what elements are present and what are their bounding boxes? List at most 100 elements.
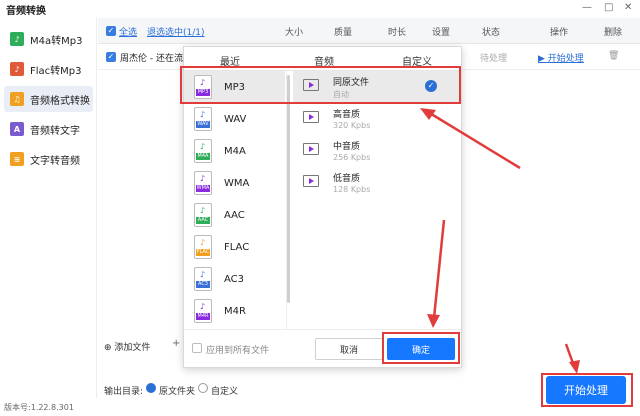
format-scrollbar[interactable] (287, 75, 290, 303)
minimize-icon[interactable]: — (582, 2, 592, 13)
quality-item-high[interactable]: 高音质 320 Kpbs (293, 103, 459, 135)
quality-name: 中音质 (333, 142, 361, 152)
status-bar: 版本号:1.22.8.301 (0, 398, 640, 416)
quality-bitrate: 128 Kpbs (333, 185, 371, 194)
audio-file-icon: ♪ WMA (194, 171, 212, 195)
select-all-link[interactable]: 全选 (119, 25, 137, 38)
format-item-m4a[interactable]: ♪ M4A M4A (184, 135, 285, 167)
format-label: M4R (224, 305, 246, 317)
file-name: 周杰伦 - 还在流浪 (120, 54, 192, 64)
radio-source-label: 原文件夹 (159, 387, 196, 397)
sidebar-item-format-convert[interactable]: ♫ 音频格式转换 (4, 86, 93, 112)
confirm-button[interactable]: 确定 (387, 338, 455, 360)
apply-all-checkbox[interactable] (192, 343, 202, 353)
quality-list: 同原文件 自动 ✓ 高音质 320 Kpbs 中音质 256 Kpbs 低音质 … (293, 71, 461, 329)
header-action: 操作 (550, 28, 569, 38)
format-item-flac[interactable]: ♪ FLAC FLAC (184, 231, 285, 263)
sidebar-item-label: 音频转文字 (30, 125, 80, 137)
trash-icon[interactable]: 🗑 (608, 51, 619, 61)
format-item-aac[interactable]: ♪ AAC AAC (184, 199, 285, 231)
format-item-ac3[interactable]: ♪ AC3 AC3 (184, 263, 285, 295)
tab-audio[interactable]: 音频 (314, 53, 334, 68)
quality-item-original[interactable]: 同原文件 自动 ✓ (293, 71, 459, 103)
sidebar-item-text-to-audio[interactable]: ≋ 文字转音频 (4, 146, 93, 172)
version-text: 版本号:1.22.8.301 (4, 403, 74, 412)
format-tag: FLAC (196, 249, 210, 256)
apply-all-label: 应用到所有文件 (206, 346, 270, 356)
format-item-wma[interactable]: ♪ WMA WMA (184, 167, 285, 199)
format-tag: M4R (196, 313, 210, 320)
header-settings: 设置 (432, 28, 451, 38)
sidebar-item-flac-to-mp3[interactable]: ♪ Flac转Mp3 (4, 56, 93, 82)
format-tag: AAC (196, 217, 210, 224)
row-start-label: 开始处理 (547, 54, 584, 64)
quality-bitrate: 256 Kpbs (333, 153, 371, 162)
video-file-icon (303, 175, 319, 187)
add-file-button[interactable]: ⊕ 添加文件 (104, 340, 150, 353)
add-file-label: 添加文件 (114, 343, 151, 353)
window-title: 音频转换 (6, 6, 46, 17)
popup-footer: 应用到所有文件 取消 确定 (184, 329, 461, 367)
title-bar: 音频转换 — □ ✕ (0, 0, 640, 18)
sidebar-item-label: M4a转Mp3 (30, 35, 83, 47)
header-duration: 时长 (388, 28, 407, 38)
sidebar-item-label: 文字转音频 (30, 155, 80, 167)
music-file-icon: ♪ (10, 62, 24, 76)
row-start-link[interactable]: ▶ 开始处理 (538, 51, 584, 64)
quality-bitrate: 320 Kpbs (333, 121, 371, 130)
maximize-icon[interactable]: □ (604, 2, 613, 13)
text-icon: A (10, 122, 24, 136)
radio-source-folder[interactable] (146, 383, 156, 393)
audio-file-icon: ♪ WAV (194, 107, 212, 131)
row-status: 待处理 (480, 54, 508, 64)
header-quality: 质量 (334, 28, 353, 38)
row-checkbox[interactable]: ✓ (106, 52, 116, 62)
audio-file-icon: ♪ AC3 (194, 267, 212, 291)
add-folder-button[interactable]: + (172, 338, 180, 349)
output-label: 输出目录: (104, 387, 144, 397)
video-file-icon (303, 143, 319, 155)
quality-item-low[interactable]: 低音质 128 Kpbs (293, 167, 459, 199)
sidebar-item-label: 音频格式转换 (30, 95, 90, 107)
start-processing-button[interactable]: 开始处理 (546, 376, 626, 404)
audio-file-icon: ♪ M4A (194, 139, 212, 163)
deselect-link[interactable]: 退选选中(1/1) (147, 25, 205, 38)
format-item-wav[interactable]: ♪ WAV WAV (184, 103, 285, 135)
format-list: ♪ MP3 MP3 ♪ WAV WAV ♪ M4A M4A ♪ WMA WMA ♪ AAC… (184, 71, 287, 329)
header-delete: 删除 (604, 28, 623, 38)
sidebar-item-label: Flac转Mp3 (30, 65, 82, 77)
tab-custom[interactable]: 自定义 (402, 53, 432, 68)
format-tag: MP3 (196, 89, 210, 96)
quality-name: 高音质 (333, 110, 361, 120)
video-file-icon (303, 111, 319, 123)
format-tag: M4A (196, 153, 210, 160)
format-tag: AC3 (196, 281, 210, 288)
sidebar-item-audio-to-text[interactable]: A 音频转文字 (4, 116, 93, 142)
format-label: M4A (224, 145, 246, 157)
header-size: 大小 (285, 28, 304, 38)
format-label: AC3 (224, 273, 245, 285)
quality-name: 同原文件 (333, 78, 370, 88)
audio-file-icon: ♪ MP3 (194, 75, 212, 99)
close-icon[interactable]: ✕ (624, 2, 632, 13)
format-label: AAC (224, 209, 245, 221)
table-header: ✓ 全选 退选选中(1/1) 大小 质量 时长 设置 状态 操作 删除 (98, 18, 640, 44)
format-item-mp3[interactable]: ♪ MP3 MP3 (184, 71, 285, 103)
format-item-m4r[interactable]: ♪ M4R M4R (184, 295, 285, 327)
music-file-icon: ♪ (10, 32, 24, 46)
quality-name: 低音质 (333, 174, 361, 184)
sidebar-item-m4a-to-mp3[interactable]: ♪ M4a转Mp3 (4, 26, 93, 52)
format-label: WMA (224, 177, 250, 189)
popup-tabs: 最近 音频 自定义 (184, 47, 461, 71)
format-tag: WMA (196, 185, 210, 192)
audio-file-icon: ♪ FLAC (194, 235, 212, 259)
quality-item-medium[interactable]: 中音质 256 Kpbs (293, 135, 459, 167)
tab-recent[interactable]: 最近 (220, 53, 240, 68)
format-label: MP3 (224, 81, 246, 93)
music-convert-icon: ♫ (10, 92, 24, 106)
radio-custom[interactable] (198, 383, 208, 393)
format-popup: 最近 音频 自定义 ♪ MP3 MP3 ♪ WAV WAV ♪ M4A M4A ♪ WM… (183, 46, 462, 368)
header-status: 状态 (482, 28, 501, 38)
select-all-checkbox[interactable]: ✓ (106, 26, 116, 36)
cancel-button[interactable]: 取消 (315, 338, 383, 360)
